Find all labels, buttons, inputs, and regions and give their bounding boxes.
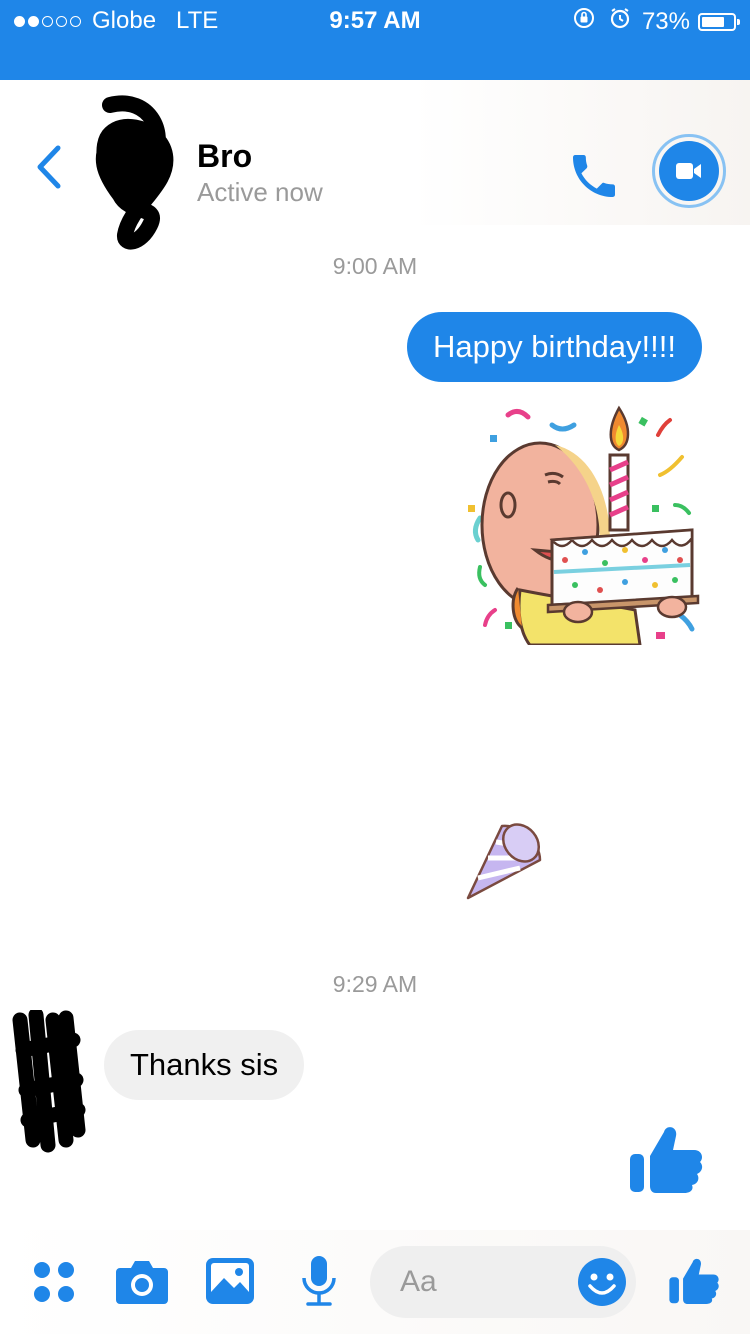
alarm-icon bbox=[608, 6, 632, 37]
image-icon bbox=[206, 1258, 254, 1304]
voice-message-button[interactable] bbox=[300, 1254, 338, 1313]
status-right: 73% bbox=[572, 6, 740, 37]
message-input-placeholder: Aa bbox=[400, 1265, 437, 1298]
status-bar: Globe LTE 9:57 AM 73% bbox=[0, 0, 750, 80]
battery-percentage: 73% bbox=[641, 7, 690, 35]
conversation-header: Bro Active now bbox=[0, 80, 750, 250]
chevron-left-icon bbox=[37, 145, 61, 189]
smiley-icon bbox=[578, 1258, 626, 1306]
camera-icon bbox=[116, 1261, 168, 1304]
video-call-button[interactable] bbox=[652, 134, 726, 208]
gallery-button[interactable] bbox=[206, 1258, 254, 1309]
thumbs-up-icon bbox=[669, 1258, 719, 1304]
message-input[interactable]: Aa bbox=[370, 1246, 636, 1318]
presence-status: Active now bbox=[197, 177, 323, 207]
microphone-icon bbox=[302, 1256, 336, 1306]
contact-name: Bro bbox=[197, 138, 253, 174]
audio-call-button[interactable] bbox=[566, 148, 622, 209]
like-message[interactable] bbox=[628, 1122, 704, 1199]
rotation-lock-icon bbox=[572, 6, 596, 37]
sent-message-bubble[interactable]: Happy birthday!!!! bbox=[407, 312, 702, 382]
phone-icon bbox=[573, 155, 615, 197]
message-timestamp: 9:29 AM bbox=[332, 971, 418, 997]
party-hat-sticker[interactable] bbox=[460, 818, 550, 913]
birthday-cake-sticker[interactable] bbox=[460, 400, 705, 650]
party-hat-icon bbox=[466, 823, 542, 900]
emoji-button[interactable] bbox=[578, 1258, 626, 1311]
more-apps-button[interactable] bbox=[32, 1260, 76, 1309]
contact-avatar[interactable] bbox=[90, 95, 180, 255]
birthday-cake-sticker-icon bbox=[468, 405, 700, 647]
like-button[interactable] bbox=[668, 1254, 720, 1311]
four-dots-icon bbox=[34, 1262, 74, 1302]
back-button[interactable] bbox=[30, 142, 66, 197]
composer-bar: Aa bbox=[0, 1230, 750, 1334]
received-message-bubble[interactable]: Thanks sis bbox=[104, 1030, 305, 1100]
battery-icon bbox=[698, 12, 740, 31]
thumbs-up-icon bbox=[630, 1127, 703, 1193]
camera-button[interactable] bbox=[116, 1258, 168, 1309]
redacted-scribble-icon bbox=[95, 95, 174, 250]
message-timestamp: 9:00 AM bbox=[332, 253, 418, 279]
video-camera-icon bbox=[676, 163, 701, 179]
sender-avatar[interactable] bbox=[8, 1007, 90, 1160]
redacted-scribble-icon bbox=[12, 1007, 86, 1153]
